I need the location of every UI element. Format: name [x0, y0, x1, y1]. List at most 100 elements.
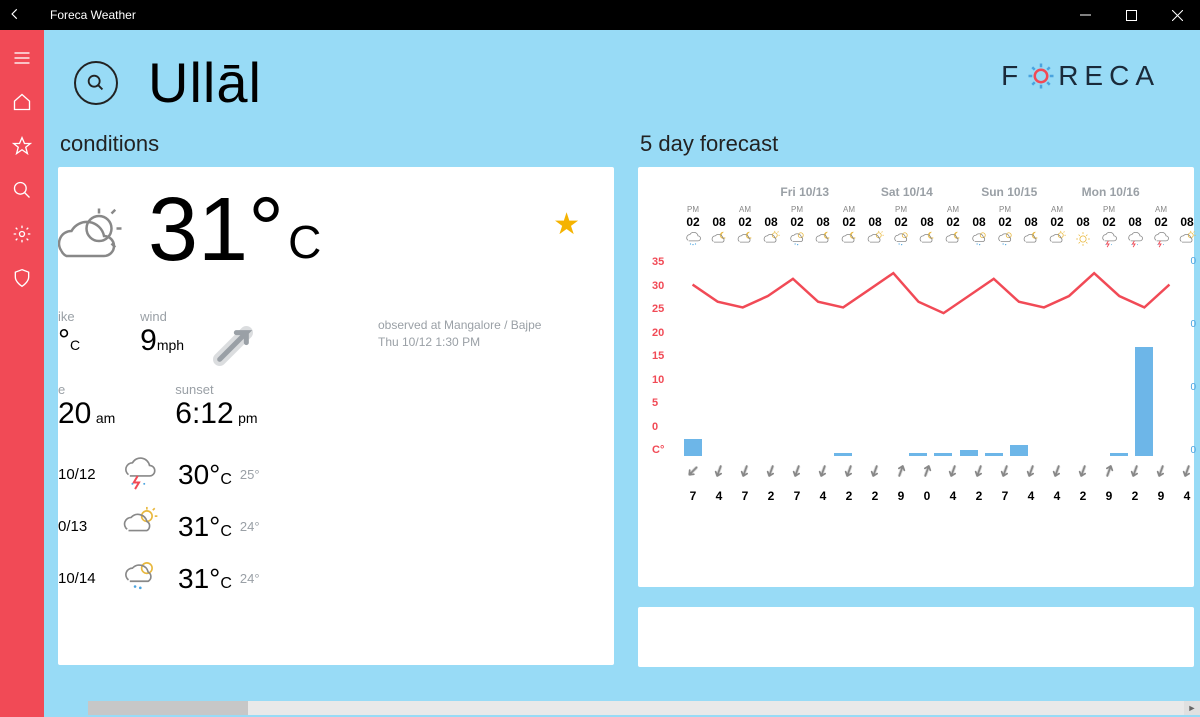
forecast-cell — [836, 229, 862, 252]
wind-speed-value: 4 — [1174, 489, 1200, 503]
forecast-cell — [706, 229, 732, 252]
wind-arrow-icon — [810, 464, 836, 481]
precip-bar-slot — [981, 256, 1006, 456]
forecast-cell: 08 — [1174, 215, 1200, 229]
forecast-cell: PM — [1096, 201, 1122, 215]
forecast-lower-panel[interactable] — [638, 607, 1194, 667]
precip-bar-slot — [931, 256, 956, 456]
forecast-cell: PM — [784, 201, 810, 215]
brand-logo: F RECA — [1001, 60, 1160, 92]
observed-station: observed at Mangalore / Bajpe — [378, 317, 541, 334]
location-name: Ullāl — [148, 50, 262, 115]
scroll-right-button[interactable]: ► — [1184, 701, 1200, 715]
precip-bar-slot — [956, 256, 981, 456]
wind-speed-value: 7 — [784, 489, 810, 503]
forecast-cell — [680, 229, 706, 252]
wind-speed-value: 2 — [1122, 489, 1148, 503]
scrollbar-thumb[interactable] — [88, 701, 248, 715]
wind-speed-value: 2 — [862, 489, 888, 503]
sunset-value: 6:12 — [175, 397, 233, 431]
forecast-cell: 02 — [1148, 215, 1174, 229]
sunset-block: sunset 6:12 pm — [175, 382, 257, 431]
minimize-button[interactable] — [1062, 0, 1108, 30]
forecast-cell: PM — [680, 201, 706, 215]
forecast-cell — [1174, 229, 1200, 252]
forecast-cell: PM — [992, 201, 1018, 215]
daily-row[interactable]: 10/14 31°C 24° — [58, 553, 594, 605]
wind-arrow-icon — [836, 464, 862, 481]
daily-date: 0/13 — [58, 518, 118, 535]
y-tick-right: 0 — [1190, 256, 1196, 267]
privacy-button[interactable] — [0, 256, 44, 300]
conditions-column: conditions 31° C ★ observed at Mangalore… — [58, 125, 614, 667]
forecast-heading: 5 day forecast — [640, 131, 1192, 157]
forecast-day-label: Sun 10/15 — [981, 185, 1081, 199]
home-button[interactable] — [0, 80, 44, 124]
forecast-cell — [732, 229, 758, 252]
maximize-button[interactable] — [1108, 0, 1154, 30]
forecast-ampm-row: PMAMPMAMPMAMPMAMPMAM — [680, 201, 1182, 215]
forecast-cell: 02 — [732, 215, 758, 229]
daily-low: 24° — [240, 571, 260, 586]
forecast-cell: 02 — [784, 215, 810, 229]
sidebar — [0, 30, 44, 717]
y-tick: 20 — [652, 327, 664, 339]
conditions-panel[interactable]: 31° C ★ observed at Mangalore / Bajpe Th… — [58, 167, 614, 665]
observation-info: observed at Mangalore / Bajpe Thu 10/12 … — [378, 317, 541, 351]
logo-gear-icon — [1026, 61, 1056, 91]
favorite-star-icon[interactable]: ★ — [553, 207, 580, 242]
back-button[interactable] — [0, 7, 30, 24]
forecast-cell — [966, 229, 992, 252]
precip-bar — [909, 453, 927, 456]
precip-bar-slot — [1056, 256, 1081, 456]
forecast-cell: AM — [732, 201, 758, 215]
forecast-cell: AM — [1044, 201, 1070, 215]
forecast-cell: 08 — [1070, 215, 1096, 229]
title-bar: Foreca Weather — [0, 0, 1200, 30]
daily-high: 30°C — [178, 459, 232, 491]
forecast-panel[interactable]: Fri 10/13Sat 10/14Sun 10/15Mon 10/16 PM A… — [638, 167, 1194, 587]
forecast-cell — [862, 229, 888, 252]
wind-arrow-icon — [966, 464, 992, 481]
feels-like-block: ike °C — [58, 309, 80, 366]
precip-bar — [684, 439, 702, 456]
y-tick-right: 0 — [1190, 445, 1196, 456]
precip-bar — [934, 453, 952, 456]
search-button[interactable] — [0, 168, 44, 212]
forecast-day-headers: Fri 10/13Sat 10/14Sun 10/15Mon 10/16 — [680, 185, 1182, 199]
forecast-day-label: Sat 10/14 — [881, 185, 981, 199]
sunrise-block: e 20 am — [58, 382, 115, 431]
forecast-cell: 08 — [1122, 215, 1148, 229]
close-button[interactable] — [1154, 0, 1200, 30]
forecast-cell: 08 — [914, 215, 940, 229]
wind-speed-value: 4 — [1044, 489, 1070, 503]
location-search-button[interactable] — [74, 61, 118, 105]
horizontal-scrollbar[interactable]: ◄ ► — [88, 701, 1200, 715]
temp-value: 31° — [148, 185, 284, 275]
wind-arrow-icon — [758, 464, 784, 481]
forecast-cell — [1122, 229, 1148, 252]
daily-row[interactable]: 10/12 30°C 25° — [58, 449, 594, 501]
precip-bar-slot — [856, 256, 881, 456]
precip-bar-slot — [906, 256, 931, 456]
precip-bar — [1010, 445, 1028, 456]
daily-row[interactable]: 0/13 31°C 24° — [58, 501, 594, 553]
precip-bar-slot — [1082, 256, 1107, 456]
forecast-cell: 02 — [680, 215, 706, 229]
settings-button[interactable] — [0, 212, 44, 256]
favorites-button[interactable] — [0, 124, 44, 168]
wind-speed-value: 7 — [732, 489, 758, 503]
wind-arrow-icon — [1070, 464, 1096, 481]
forecast-day-label: Fri 10/13 — [780, 185, 880, 199]
forecast-cell — [888, 229, 914, 252]
wind-speed-value: 2 — [836, 489, 862, 503]
daily-date: 10/12 — [58, 466, 118, 483]
precip-bar-slot — [680, 256, 705, 456]
forecast-cell — [1018, 229, 1044, 252]
menu-button[interactable] — [0, 36, 44, 80]
wind-arrow-icon — [992, 464, 1018, 481]
wind-speed-value: 4 — [1018, 489, 1044, 503]
y-tick: 10 — [652, 374, 664, 386]
precip-bar — [985, 453, 1003, 456]
y-tick: C° — [652, 444, 664, 456]
